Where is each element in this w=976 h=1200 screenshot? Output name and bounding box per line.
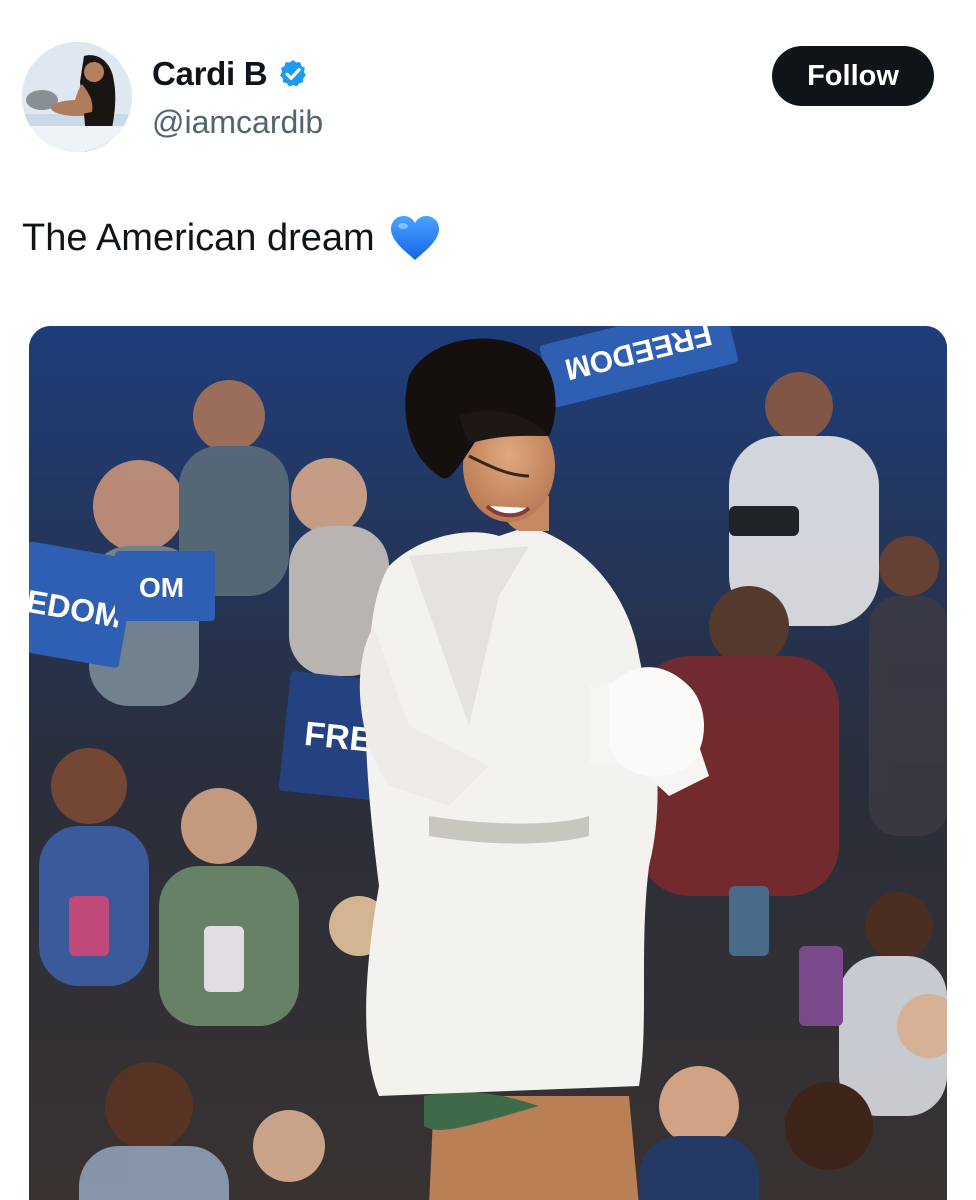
tweet-photo[interactable]: FREEDOM EDOM OM FRE [29,326,947,1200]
verified-badge-icon[interactable] [277,58,309,90]
sign-om: OM [139,572,184,603]
tweet-header: Cardi B @iamcardib Follow [22,42,934,154]
display-name-row: Cardi B [152,52,323,96]
avatar[interactable] [22,42,132,152]
tweet-text-content: The American dream [22,216,375,259]
profile-photo [22,42,132,152]
tweet-text: The American dream [22,214,441,262]
follow-button[interactable]: Follow [772,46,934,106]
blue-heart-icon [389,214,441,262]
handle[interactable]: @iamcardib [152,104,323,141]
display-name[interactable]: Cardi B [152,55,268,93]
tweet: Cardi B @iamcardib Follow The American d… [0,0,976,1200]
author-names: Cardi B @iamcardib [152,52,323,141]
photo-content: FREEDOM EDOM OM FRE [29,326,947,1200]
